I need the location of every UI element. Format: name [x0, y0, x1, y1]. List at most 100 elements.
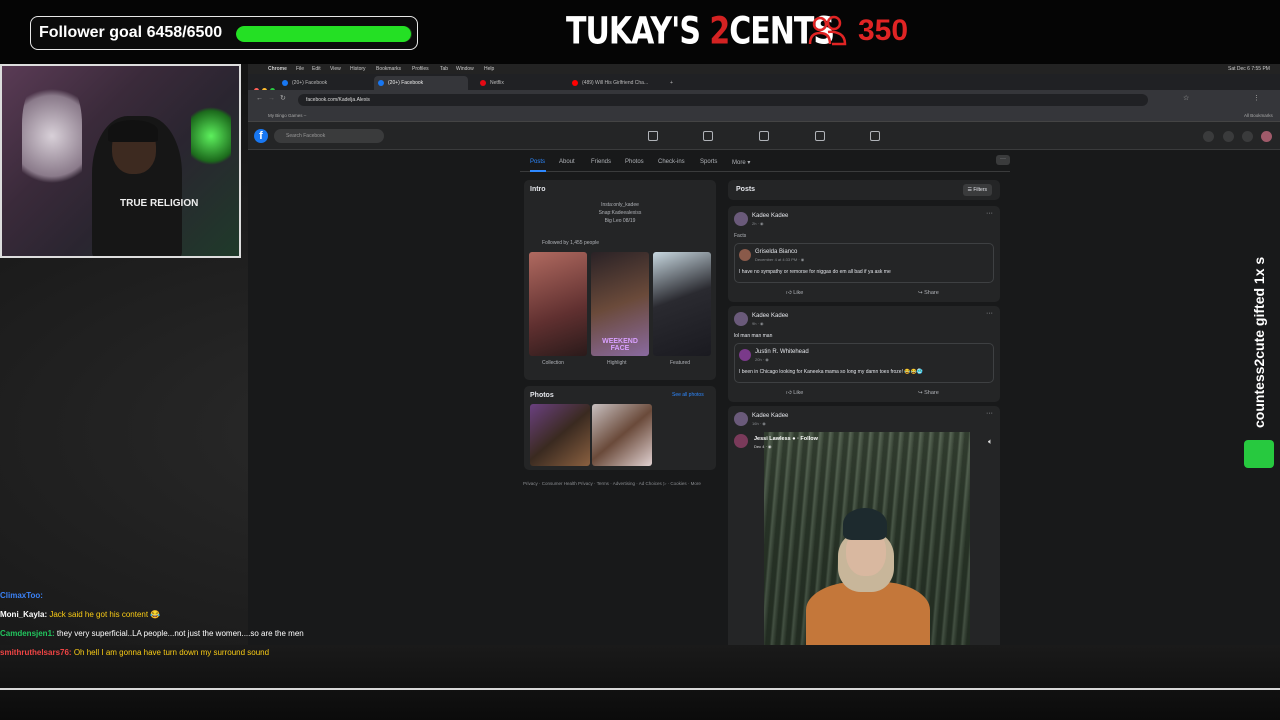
post-time: 2h · ◉ [752, 221, 764, 226]
tab-more[interactable]: More ▾ [732, 159, 750, 166]
browser-tab[interactable]: (20+) Facebook [278, 76, 362, 90]
intro-line: Snap:Kadeealexiss [598, 210, 642, 216]
highlight-collection-thumb[interactable] [529, 252, 587, 356]
author-avatar[interactable] [734, 312, 748, 326]
highlight-label: Collection [542, 360, 564, 366]
chat-username[interactable]: Moni_Kayla: [0, 610, 47, 619]
mac-menu-item[interactable]: Edit [312, 66, 321, 72]
new-tab-button[interactable]: + [666, 76, 680, 90]
chat-text: Jack said he got his content 😂 [49, 610, 161, 619]
messenger-icon[interactable] [1223, 131, 1234, 142]
forward-arrow-icon[interactable]: → [268, 95, 275, 102]
menu-grid-icon[interactable] [1203, 131, 1214, 142]
highlight-highlight-thumb[interactable]: WEEKEND FACE [591, 252, 649, 356]
post-options-icon[interactable]: ··· [986, 210, 993, 217]
like-button[interactable]: 👍︎ Like [786, 290, 803, 296]
tab-posts[interactable]: Posts [530, 159, 545, 165]
video-icon[interactable] [703, 131, 713, 141]
post-author[interactable]: Kadee Kadee [752, 413, 788, 419]
gaming-icon[interactable] [870, 131, 880, 141]
browser-tab[interactable]: Netflix [476, 76, 560, 90]
video-author-avatar[interactable] [734, 434, 748, 448]
url-input[interactable]: facebook.com/Kadelja.Alexis [298, 94, 1148, 106]
mac-menu-item[interactable]: History [350, 66, 366, 72]
megaphone-icon[interactable] [815, 131, 825, 141]
author-avatar[interactable] [734, 212, 748, 226]
chat-username[interactable]: ClimaxToo: [0, 591, 43, 600]
all-bookmarks[interactable]: All Bookmarks [1244, 113, 1273, 118]
followed-by-text[interactable]: Followed by 1,455 people [542, 240, 599, 246]
tab-label: (20+) Facebook [292, 80, 328, 86]
see-all-photos-link[interactable]: See all photos [672, 392, 704, 398]
chat-panel: ClimaxToo: Moni_Kayla: Jack said he got … [0, 590, 320, 666]
overlay-divider [0, 688, 1280, 690]
share-button[interactable]: ↪ Share [918, 390, 939, 396]
shared-post[interactable]: Justin R. Whitehead 20h · ◉ I been in Ch… [734, 343, 994, 383]
photo-thumb[interactable] [530, 404, 590, 466]
shared-text: I been in Chicago looking for Kaneeka ma… [739, 369, 924, 375]
cam-shirt-logo: TRUE RELIGION [120, 198, 199, 209]
video-player[interactable] [764, 432, 970, 646]
share-button[interactable]: ↪ Share [918, 290, 939, 296]
post-author[interactable]: Kadee Kadee [752, 213, 788, 219]
post-options-icon[interactable]: ··· [986, 410, 993, 417]
mac-menu-item[interactable]: Window [456, 66, 474, 72]
follower-goal-widget: Follower goal 6458/6500 [30, 16, 418, 50]
tab-photos[interactable]: Photos [625, 159, 644, 165]
mac-menu-item[interactable]: View [330, 66, 341, 72]
intro-line: Insta:only_kadee [601, 202, 639, 208]
facebook-logo-icon[interactable]: f [254, 129, 268, 143]
gift-alert-text: countess2cute gifted 1x s [1251, 256, 1267, 428]
author-avatar[interactable] [734, 412, 748, 426]
photo-thumb[interactable] [592, 404, 652, 466]
marketplace-icon[interactable] [759, 131, 769, 141]
chat-username[interactable]: Camdensjen1: [0, 629, 55, 638]
home-icon[interactable] [648, 131, 658, 141]
mac-clock: Sat Dec 6 7:55 PM [1228, 66, 1270, 72]
shared-post[interactable]: Griselda Bianco December 4 at 4:33 PM · … [734, 243, 994, 283]
shared-author: Griselda Bianco [755, 249, 798, 255]
mac-menu-item[interactable]: Bookmarks [376, 66, 401, 72]
profile-options-button[interactable]: ··· [996, 155, 1010, 165]
highlight-featured-thumb[interactable] [653, 252, 711, 356]
post-author[interactable]: Kadee Kadee [752, 313, 788, 319]
filters-button[interactable]: ☰ Filters [962, 184, 992, 196]
mac-menu-item[interactable]: Chrome [268, 66, 287, 72]
mac-menu-item[interactable]: File [296, 66, 304, 72]
chat-message: Moni_Kayla: Jack said he got his content… [0, 609, 320, 621]
post-options-icon[interactable]: ··· [986, 310, 993, 317]
post-card: Kadee Kadee 2h · ◉ ··· Facts Griselda Bi… [728, 206, 1000, 302]
tab-about[interactable]: About [559, 159, 575, 165]
reload-icon[interactable]: ↻ [280, 94, 286, 102]
post-card: Kadee Kadee 9h · ◉ ··· lol man man man J… [728, 306, 1000, 402]
mac-menu-item[interactable]: Tab [440, 66, 448, 72]
video-author[interactable]: Jessi Lawless ● · Follow [754, 436, 818, 442]
profile-avatar[interactable] [1261, 131, 1272, 142]
notifications-icon[interactable] [1242, 131, 1253, 142]
mac-menu-item[interactable]: Help [484, 66, 494, 72]
browser-menu-icon[interactable]: ⋮ [1253, 94, 1260, 102]
browser-tab[interactable]: (489) Will His Girlfriend Cha... [568, 76, 658, 90]
viewer-count: 350 [858, 14, 909, 47]
photos-title: Photos [530, 392, 554, 399]
bookmark-item[interactable]: My Bingo Games – [268, 113, 306, 118]
tab-friends[interactable]: Friends [591, 159, 611, 165]
gift-icon [1244, 440, 1274, 468]
follower-goal-track [236, 26, 412, 42]
mac-menu-item[interactable]: Profiles [412, 66, 429, 72]
chat-username[interactable]: smithruthelsars76: [0, 648, 72, 657]
back-arrow-icon[interactable]: ← [256, 95, 263, 102]
facebook-search-input[interactable]: Search Facebook [274, 129, 384, 143]
address-bar-row: ← → ↻ facebook.com/Kadelja.Alexis ☆ ⋮ [248, 90, 1280, 110]
tab-checkins[interactable]: Check-ins [658, 159, 685, 165]
browser-tab-active[interactable]: (20+) Facebook [374, 76, 468, 90]
screen-share: Chrome File Edit View History Bookmarks … [248, 64, 1280, 646]
highlight-label: Featured [670, 360, 691, 366]
footer-links[interactable]: Privacy · Consumer Health Privacy · Term… [523, 481, 713, 487]
bookmark-star-icon[interactable]: ☆ [1183, 94, 1189, 102]
tab-sports[interactable]: Sports [700, 159, 717, 165]
photos-card: Photos See all photos [524, 386, 716, 470]
shared-author-avatar [739, 349, 751, 361]
like-button[interactable]: 👍︎ Like [786, 390, 803, 396]
mute-icon[interactable]: 🔈︎ [988, 437, 993, 447]
